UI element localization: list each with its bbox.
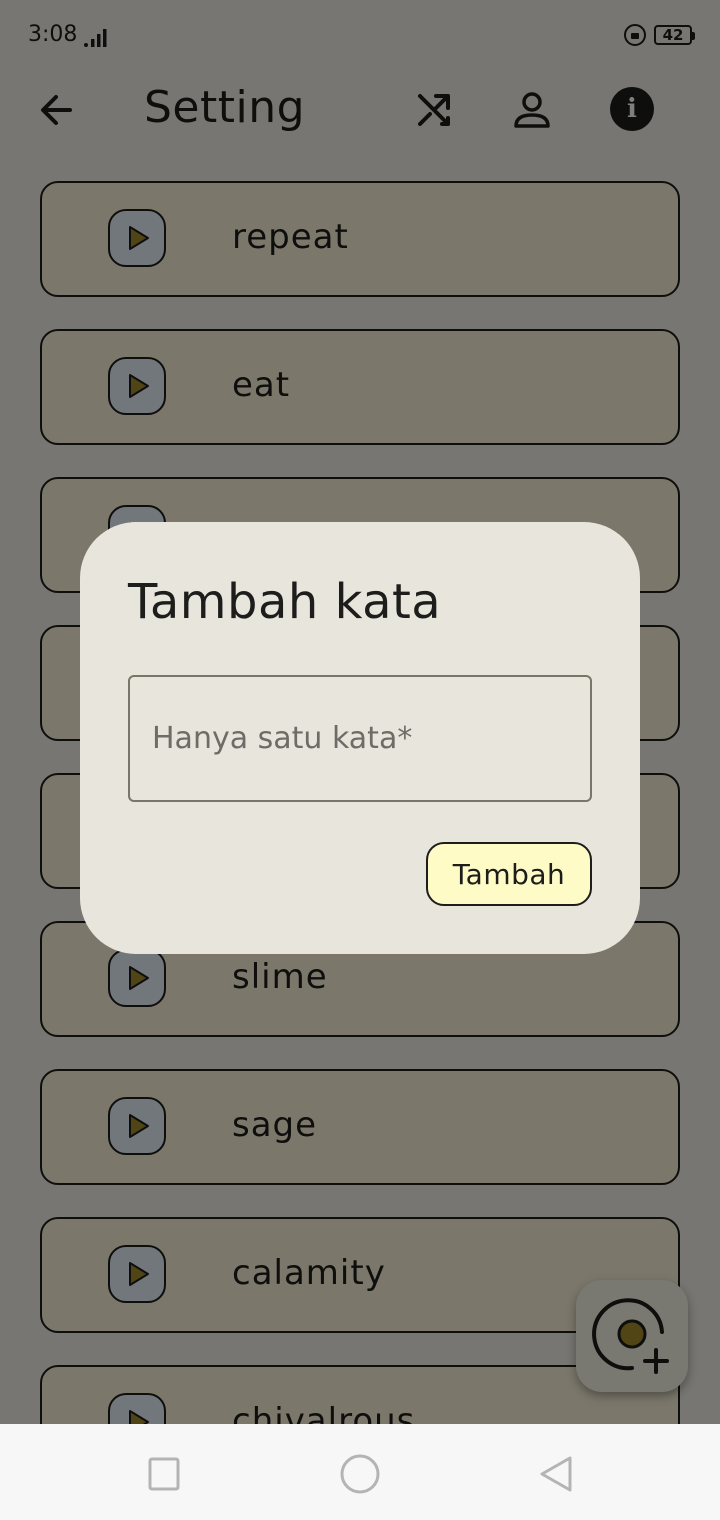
app-screen: 3:08 42 Setting i repeateatslimesagecala…: [0, 0, 720, 1424]
add-word-dialog: Tambah kata Tambah: [80, 522, 640, 954]
dialog-title: Tambah kata: [128, 574, 442, 630]
back-triangle-icon[interactable]: [536, 1454, 576, 1494]
tambah-button[interactable]: Tambah: [426, 842, 592, 906]
system-nav-bar: [0, 1424, 720, 1520]
recents-square-icon[interactable]: [144, 1454, 184, 1494]
home-circle-icon[interactable]: [338, 1452, 382, 1496]
word-input[interactable]: [128, 675, 592, 802]
